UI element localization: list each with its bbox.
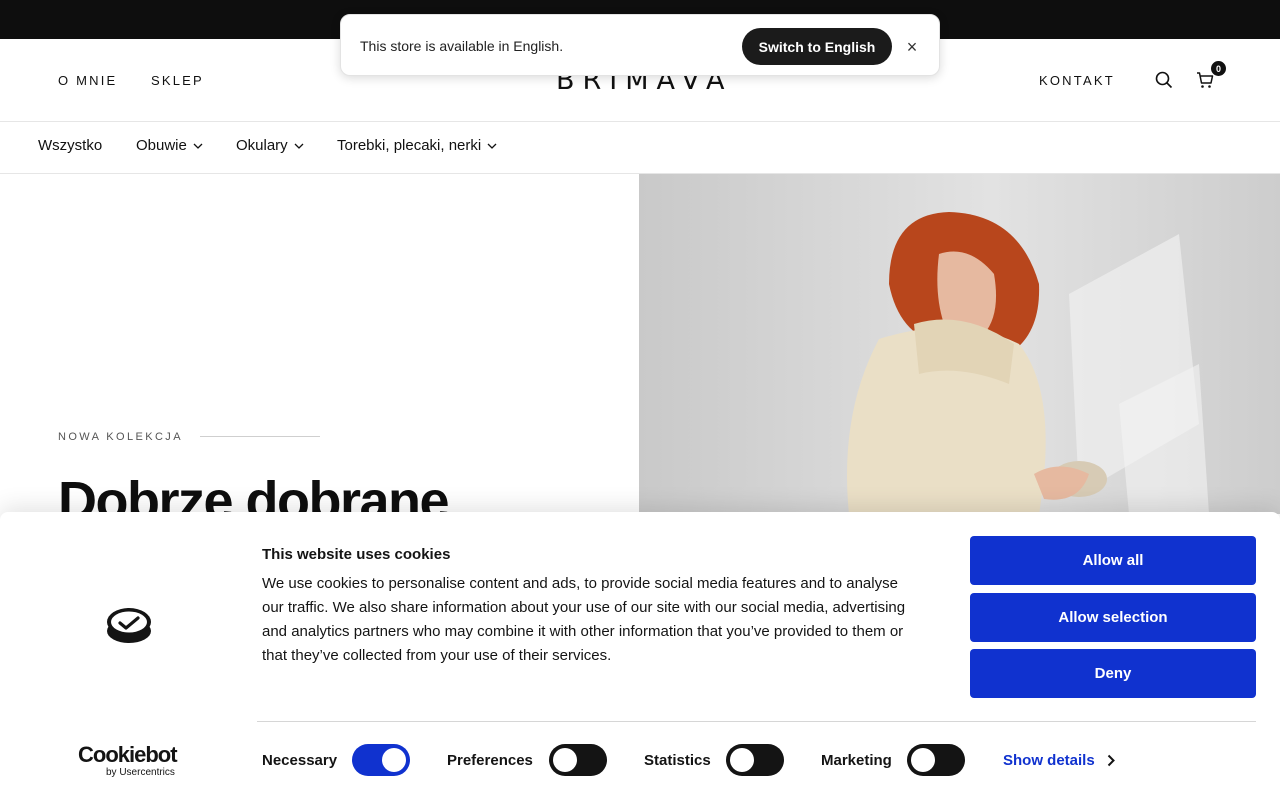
cookie-title: This website uses cookies [262,546,451,563]
category-label: Wszystko [38,137,103,154]
switch-language-button[interactable]: Switch to English [742,28,892,65]
hero-heading: Dobrze dobrane [58,471,450,514]
language-message: This store is available in English. [360,38,564,54]
cookiebot-wordmark: Cookiebot [78,742,178,767]
cookie-description: We use cookies to personalise content an… [262,575,906,664]
category-nav: Wszystko Obuwie Okulary Torebki, plecaki… [0,122,1280,174]
cart-icon [1197,72,1214,88]
category-all[interactable]: Wszystko [38,137,102,154]
cookie-divider [257,721,1256,722]
toggle-knob [730,748,754,772]
category-shoes[interactable]: Obuwie [136,137,203,154]
toggle-label-statistics: Statistics [644,752,711,769]
category-label: Obuwie [136,137,187,154]
search-button[interactable] [1149,65,1179,95]
chevron-down-icon [294,143,304,149]
category-label: Okulary [236,137,288,154]
cookiebot-subtitle: by Usercentrics [106,767,175,778]
toggle-label-preferences: Preferences [447,752,533,769]
eyebrow-divider [200,436,320,437]
allow-selection-button[interactable]: Allow selection [970,593,1256,642]
toggle-preferences[interactable] [549,744,607,776]
hero-image [639,174,1280,514]
cookie-banner: This website uses cookies We use cookies… [0,512,1280,800]
chevron-right-icon [1107,754,1115,767]
nav-link-about[interactable]: O MNIE [58,73,117,88]
category-glasses[interactable]: Okulary [236,137,304,154]
show-details-link[interactable]: Show details [1003,752,1115,769]
toggle-knob [382,748,406,772]
hero-eyebrow: NOWA KOLEKCJA [58,431,183,443]
cookiebot-brand[interactable]: Cookiebot by Usercentrics [78,742,178,779]
cookiebot-mark-icon [106,607,152,650]
close-icon[interactable]: × [903,37,921,57]
chevron-down-icon [487,143,497,149]
toggle-label-necessary: Necessary [262,752,338,769]
nav-link-contact[interactable]: KONTAKT [1039,73,1115,88]
toggle-marketing[interactable] [907,744,965,776]
show-details-label: Show details [1003,752,1095,769]
category-bags[interactable]: Torebki, plecaki, nerki [337,137,497,154]
deny-button[interactable]: Deny [970,649,1256,698]
toggle-knob [553,748,577,772]
search-icon [1155,71,1173,89]
language-popup: This store is available in English. Swit… [340,14,940,76]
toggle-statistics[interactable] [726,744,784,776]
category-label: Torebki, plecaki, nerki [337,137,482,154]
allow-all-button[interactable]: Allow all [970,536,1256,585]
hero-text-panel: NOWA KOLEKCJA Dobrze dobrane [0,174,639,514]
toggle-knob [911,748,935,772]
cart-count-badge: 0 [1211,61,1226,76]
nav-link-shop[interactable]: SKLEP [151,73,204,88]
hero-photo-illustration [639,174,1280,514]
chevron-down-icon [193,143,203,149]
toggle-label-marketing: Marketing [821,752,892,769]
toggle-necessary[interactable] [352,744,410,776]
cart-button[interactable]: 0 [1190,61,1226,95]
